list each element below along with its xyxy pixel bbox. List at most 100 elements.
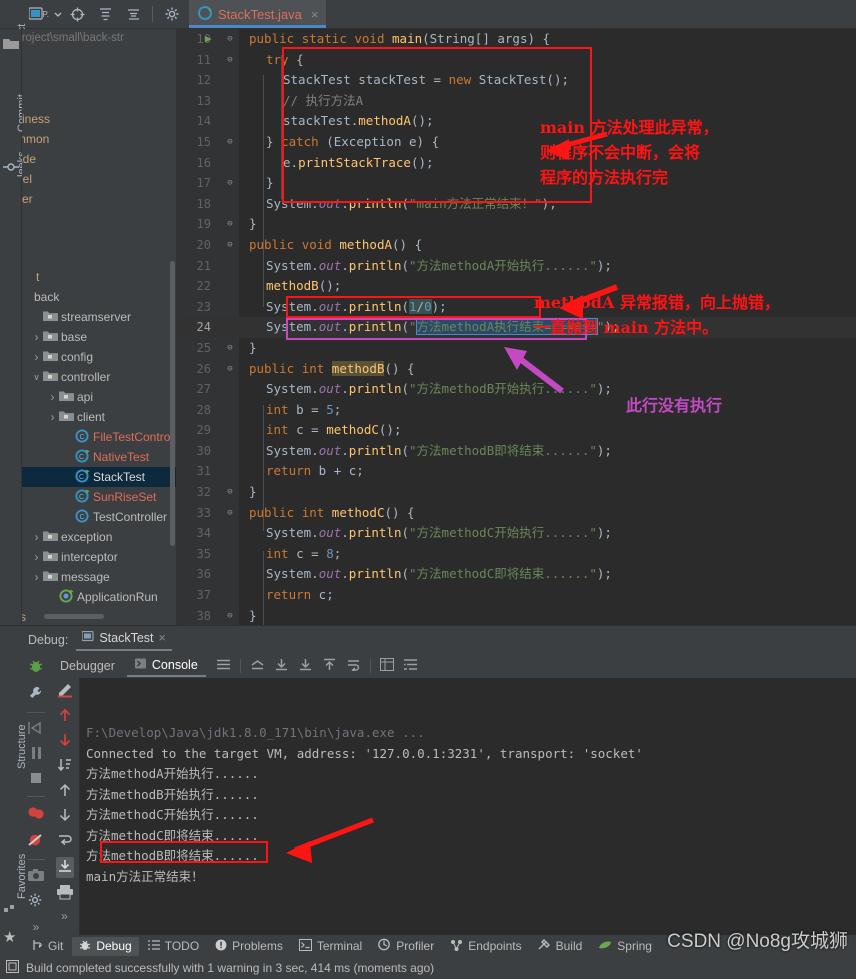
table-view-icon[interactable] <box>379 658 394 674</box>
console-up-icon[interactable] <box>57 782 73 801</box>
tree-item-controller[interactable]: ∨ controller <box>22 367 176 387</box>
more-actions-icon[interactable]: » <box>61 909 68 923</box>
code-line-17[interactable]: 17 ⊖} <box>177 173 856 194</box>
code-line-29[interactable]: 29 int c = methodC(); <box>177 420 856 441</box>
locate-icon[interactable] <box>64 2 90 26</box>
up-arrow-icon[interactable] <box>57 707 73 726</box>
bottom-tab-git[interactable]: Git <box>24 937 70 956</box>
tree-item-nativetest[interactable]: C NativeTest <box>22 447 176 467</box>
resume-icon[interactable] <box>28 721 44 738</box>
code-line-26[interactable]: 26 ⊖ public int methodB() { <box>177 359 856 380</box>
code-line-16[interactable]: 16 e.printStackTrace(); <box>177 153 856 174</box>
gear-icon[interactable] <box>159 2 185 26</box>
tree-item-interceptor[interactable]: › interceptor <box>22 547 176 567</box>
console-down-icon[interactable] <box>57 807 73 826</box>
code-line-30[interactable]: 30 System.out.println("方法methodB即将结束.....… <box>177 441 856 462</box>
structure-icon[interactable] <box>4 902 16 917</box>
down-arrow-icon[interactable] <box>57 732 73 751</box>
code-line-31[interactable]: 31 return b + c; <box>177 461 856 482</box>
bottom-tab-profiler[interactable]: Profiler <box>371 936 441 956</box>
code-line-27[interactable]: 27 System.out.println("方法methodB开始执行.....… <box>177 379 856 400</box>
close-icon[interactable]: × <box>311 7 319 22</box>
code-line-19[interactable]: 19 ⊖} <box>177 214 856 235</box>
code-line-11[interactable]: 11 ⊖ try { <box>177 50 856 71</box>
code-line-21[interactable]: 21 System.out.println("方法methodA开始执行.....… <box>177 256 856 277</box>
edit-pencil-icon[interactable] <box>56 682 74 701</box>
fold-icon[interactable]: ⊖ <box>225 50 235 71</box>
wrap-icon[interactable] <box>57 832 73 851</box>
editor-tab-stacktest[interactable]: StackTest.java × <box>189 0 327 28</box>
code-line-32[interactable]: 32 ⊖} <box>177 482 856 503</box>
code-line-38[interactable]: 38 ⊖} <box>177 606 856 625</box>
debug-session-tab[interactable]: StackTest × <box>76 629 172 651</box>
chevron-down-icon[interactable]: ∨ <box>30 372 43 383</box>
code-line-36[interactable]: 36 System.out.println("方法methodC即将结束.....… <box>177 564 856 585</box>
code-line-18[interactable]: 18 System.out.println("main方法正常结束！"); <box>177 194 856 215</box>
view-breakpoints-icon[interactable] <box>27 805 45 824</box>
structure-tool-tab[interactable]: Structure <box>16 724 28 769</box>
bottom-tab-build[interactable]: Build <box>531 937 590 956</box>
scroll-to-end-toggle[interactable] <box>55 857 74 878</box>
project-vertical-scrollbar[interactable] <box>170 261 175 546</box>
chevron-right-icon[interactable]: › <box>46 390 59 404</box>
tree-item-streamserver[interactable]: streamserver <box>22 307 176 327</box>
fold-icon[interactable]: ⊖ <box>225 235 235 256</box>
close-icon[interactable]: × <box>159 631 166 645</box>
code-line-37[interactable]: 37 return c; <box>177 585 856 606</box>
tree-item-exception[interactable]: › exception <box>22 527 176 547</box>
gear-icon[interactable] <box>28 893 44 912</box>
chevron-right-icon[interactable]: › <box>46 410 59 424</box>
fold-icon[interactable]: ⊖ <box>225 338 235 359</box>
code-editor[interactable]: 10 ▶ ⊖ public static void main(String[] arg… <box>177 29 856 625</box>
folder-icon[interactable] <box>3 37 19 53</box>
stop-icon[interactable] <box>28 771 44 788</box>
wrap-text-icon[interactable] <box>346 658 361 674</box>
collapse-all-icon[interactable] <box>92 2 118 26</box>
bottom-tab-endpoints[interactable]: Endpoints <box>443 937 528 956</box>
tree-item-config[interactable]: › config <box>22 347 176 367</box>
chevron-right-icon[interactable]: › <box>30 530 43 544</box>
code-line-15[interactable]: 15 ⊖} catch (Exception e) { <box>177 132 856 153</box>
code-line-14[interactable]: 14 stackTest.methodA(); <box>177 111 856 132</box>
pause-icon[interactable] <box>28 746 44 763</box>
fold-icon[interactable]: ⊖ <box>225 173 235 194</box>
code-line-20[interactable]: 20 ⊖ public void methodA() { <box>177 235 856 256</box>
code-line-12[interactable]: 12 StackTest stackTest = new StackTest(); <box>177 70 856 91</box>
scroll-down-icon[interactable] <box>274 658 289 674</box>
bottom-tab-debug[interactable]: Debug <box>72 936 139 956</box>
console-output[interactable]: F:\Develop\Java\jdk1.8.0_171\bin\java.ex… <box>80 678 856 935</box>
bottom-tab-todo[interactable]: TODO <box>141 937 206 956</box>
tree-item-testcontroller[interactable]: C TestController <box>22 507 176 527</box>
code-line-28[interactable]: 28 int b = 5; <box>177 400 856 421</box>
scroll-up-icon[interactable] <box>322 658 337 674</box>
print-icon[interactable] <box>56 884 74 903</box>
more-actions-icon[interactable]: » <box>33 920 40 934</box>
chevron-right-icon[interactable]: › <box>30 550 43 564</box>
scroll-to-end-icon[interactable] <box>298 658 313 674</box>
bottom-tab-terminal[interactable]: Terminal <box>292 937 369 956</box>
fold-icon[interactable]: ⊖ <box>225 132 235 153</box>
chevron-right-icon[interactable]: › <box>30 350 43 364</box>
code-line-35[interactable]: 35 int c = 8; <box>177 544 856 565</box>
sort-icon[interactable] <box>57 757 73 776</box>
fold-icon[interactable]: ⊖ <box>225 606 235 625</box>
tree-item-message[interactable]: › message <box>22 567 176 587</box>
favorites-tool-tab[interactable]: Favorites <box>16 854 28 899</box>
code-line-34[interactable]: 34 System.out.println("方法methodC开始执行.....… <box>177 523 856 544</box>
scroll-to-top-icon[interactable] <box>250 658 265 674</box>
camera-icon[interactable] <box>27 868 45 885</box>
settings-wrench-icon[interactable] <box>28 685 44 704</box>
chevron-down-icon[interactable] <box>54 2 62 26</box>
tree-item-base[interactable]: › base <box>22 327 176 347</box>
project-tool-tab[interactable]: Project <box>0 0 28 58</box>
filter-icon[interactable] <box>403 658 418 674</box>
fold-icon[interactable]: ⊖ <box>225 214 235 235</box>
tree-item-api[interactable]: › api <box>22 387 176 407</box>
tree-item-filetestcontroller[interactable]: C FileTestController <box>22 427 176 447</box>
expand-all-icon[interactable] <box>120 2 146 26</box>
star-icon[interactable]: ★ <box>3 928 16 946</box>
bottom-tab-problems[interactable]: Problems <box>208 937 290 956</box>
code-line-13[interactable]: 13 // 执行方法A <box>177 91 856 112</box>
tree-item-sunriseset[interactable]: C SunRiseSet <box>22 487 176 507</box>
project-widget-icon[interactable]: P.. <box>26 2 52 26</box>
